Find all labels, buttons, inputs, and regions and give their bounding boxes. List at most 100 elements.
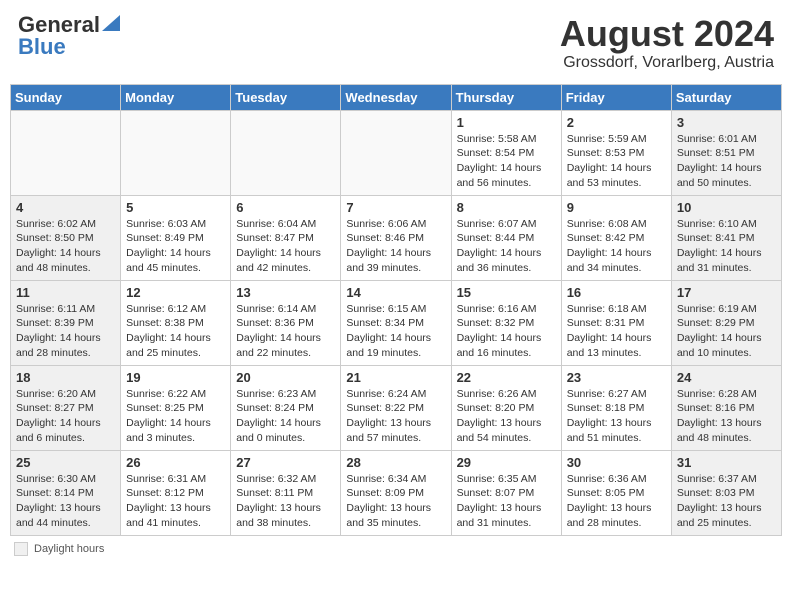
day-info: Sunrise: 6:08 AM Sunset: 8:42 PM Dayligh… — [567, 217, 666, 276]
title-area: August 2024 Grossdorf, Vorarlberg, Austr… — [560, 14, 774, 72]
calendar-cell: 5Sunrise: 6:03 AM Sunset: 8:49 PM Daylig… — [121, 195, 231, 280]
day-number: 14 — [346, 285, 445, 300]
day-number: 9 — [567, 200, 666, 215]
calendar-cell: 22 Sunrise: 6:26 AM Sunset: 8:20 PM Dayli… — [451, 365, 561, 450]
calendar-cell: 29 Sunrise: 6:35 AM Sunset: 8:07 PM Dayli… — [451, 450, 561, 535]
day-info: Sunrise: 6:12 AM Sunset: 8:38 PM Dayligh… — [126, 302, 225, 361]
day-info: Sunrise: 6:14 AM Sunset: 8:36 PM Dayligh… — [236, 302, 335, 361]
calendar-cell — [231, 110, 341, 195]
day-info: Sunrise: 6:34 AM Sunset: 8:09 PM Dayligh… — [346, 472, 445, 531]
calendar-cell: 21 Sunrise: 6:24 AM Sunset: 8:22 PM Dayli… — [341, 365, 451, 450]
day-header-friday: Friday — [561, 84, 671, 110]
footer: Daylight hours — [10, 542, 782, 556]
day-number: 1 — [457, 115, 556, 130]
calendar-cell: 1 Sunrise: 5:58 AM Sunset: 8:54 PM Daylig… — [451, 110, 561, 195]
logo-icon — [102, 15, 120, 31]
calendar-cell: 28Sunrise: 6:34 AM Sunset: 8:09 PM Dayli… — [341, 450, 451, 535]
day-number: 3 — [677, 115, 776, 130]
day-number: 4 — [16, 200, 115, 215]
calendar-cell: 27Sunrise: 6:32 AM Sunset: 8:11 PM Dayli… — [231, 450, 341, 535]
header-row: SundayMondayTuesdayWednesdayThursdayFrid… — [11, 84, 782, 110]
calendar-cell: 16Sunrise: 6:18 AM Sunset: 8:31 PM Dayli… — [561, 280, 671, 365]
calendar-cell: 24 Sunrise: 6:28 AM Sunset: 8:16 PM Dayli… — [671, 365, 781, 450]
week-row-3: 11 Sunrise: 6:11 AM Sunset: 8:39 PM Dayli… — [11, 280, 782, 365]
calendar-cell: 26Sunrise: 6:31 AM Sunset: 8:12 PM Dayli… — [121, 450, 231, 535]
day-info: Sunrise: 6:19 AM Sunset: 8:29 PM Dayligh… — [677, 302, 776, 361]
day-number: 8 — [457, 200, 556, 215]
day-info: Sunrise: 6:18 AM Sunset: 8:31 PM Dayligh… — [567, 302, 666, 361]
week-row-2: 4Sunrise: 6:02 AM Sunset: 8:50 PM Daylig… — [11, 195, 782, 280]
day-info: Sunrise: 5:59 AM Sunset: 8:53 PM Dayligh… — [567, 132, 666, 191]
day-info: Sunrise: 6:28 AM Sunset: 8:16 PM Dayligh… — [677, 387, 776, 446]
day-info: Sunrise: 6:01 AM Sunset: 8:51 PM Dayligh… — [677, 132, 776, 191]
logo-blue-text: Blue — [18, 36, 66, 58]
calendar-cell: 2Sunrise: 5:59 AM Sunset: 8:53 PM Daylig… — [561, 110, 671, 195]
day-info: Sunrise: 6:03 AM Sunset: 8:49 PM Dayligh… — [126, 217, 225, 276]
footer-label: Daylight hours — [34, 543, 104, 555]
day-number: 7 — [346, 200, 445, 215]
day-number: 24 — [677, 370, 776, 385]
calendar-cell: 10 Sunrise: 6:10 AM Sunset: 8:41 PM Dayli… — [671, 195, 781, 280]
day-header-tuesday: Tuesday — [231, 84, 341, 110]
calendar-cell: 19Sunrise: 6:22 AM Sunset: 8:25 PM Dayli… — [121, 365, 231, 450]
day-number: 27 — [236, 455, 335, 470]
day-info: Sunrise: 6:10 AM Sunset: 8:41 PM Dayligh… — [677, 217, 776, 276]
calendar-cell: 15 Sunrise: 6:16 AM Sunset: 8:32 PM Dayli… — [451, 280, 561, 365]
calendar-cell: 9 Sunrise: 6:08 AM Sunset: 8:42 PM Daylig… — [561, 195, 671, 280]
day-info: Sunrise: 6:35 AM Sunset: 8:07 PM Dayligh… — [457, 472, 556, 531]
day-number: 21 — [346, 370, 445, 385]
day-number: 11 — [16, 285, 115, 300]
day-info: Sunrise: 6:26 AM Sunset: 8:20 PM Dayligh… — [457, 387, 556, 446]
day-number: 15 — [457, 285, 556, 300]
day-header-sunday: Sunday — [11, 84, 121, 110]
calendar-cell: 23 Sunrise: 6:27 AM Sunset: 8:18 PM Dayli… — [561, 365, 671, 450]
calendar-cell: 20Sunrise: 6:23 AM Sunset: 8:24 PM Dayli… — [231, 365, 341, 450]
calendar-cell: 11 Sunrise: 6:11 AM Sunset: 8:39 PM Dayli… — [11, 280, 121, 365]
calendar-cell: 8 Sunrise: 6:07 AM Sunset: 8:44 PM Daylig… — [451, 195, 561, 280]
day-number: 10 — [677, 200, 776, 215]
week-row-1: 1 Sunrise: 5:58 AM Sunset: 8:54 PM Daylig… — [11, 110, 782, 195]
location-title: Grossdorf, Vorarlberg, Austria — [560, 54, 774, 72]
day-info: Sunrise: 6:06 AM Sunset: 8:46 PM Dayligh… — [346, 217, 445, 276]
calendar-cell: 17Sunrise: 6:19 AM Sunset: 8:29 PM Dayli… — [671, 280, 781, 365]
calendar-cell: 18 Sunrise: 6:20 AM Sunset: 8:27 PM Dayli… — [11, 365, 121, 450]
day-number: 20 — [236, 370, 335, 385]
day-header-wednesday: Wednesday — [341, 84, 451, 110]
day-number: 22 — [457, 370, 556, 385]
day-number: 12 — [126, 285, 225, 300]
day-number: 26 — [126, 455, 225, 470]
calendar-cell: 13Sunrise: 6:14 AM Sunset: 8:36 PM Dayli… — [231, 280, 341, 365]
week-row-4: 18 Sunrise: 6:20 AM Sunset: 8:27 PM Dayli… — [11, 365, 782, 450]
day-info: Sunrise: 6:16 AM Sunset: 8:32 PM Dayligh… — [457, 302, 556, 361]
day-info: Sunrise: 6:07 AM Sunset: 8:44 PM Dayligh… — [457, 217, 556, 276]
day-number: 19 — [126, 370, 225, 385]
week-row-5: 25Sunrise: 6:30 AM Sunset: 8:14 PM Dayli… — [11, 450, 782, 535]
calendar-cell: 7 Sunrise: 6:06 AM Sunset: 8:46 PM Daylig… — [341, 195, 451, 280]
calendar-table: SundayMondayTuesdayWednesdayThursdayFrid… — [10, 84, 782, 536]
calendar-cell: 12 Sunrise: 6:12 AM Sunset: 8:38 PM Dayli… — [121, 280, 231, 365]
calendar-cell: 30Sunrise: 6:36 AM Sunset: 8:05 PM Dayli… — [561, 450, 671, 535]
day-info: Sunrise: 6:27 AM Sunset: 8:18 PM Dayligh… — [567, 387, 666, 446]
day-info: Sunrise: 5:58 AM Sunset: 8:54 PM Dayligh… — [457, 132, 556, 191]
day-number: 23 — [567, 370, 666, 385]
day-number: 29 — [457, 455, 556, 470]
day-header-monday: Monday — [121, 84, 231, 110]
day-info: Sunrise: 6:30 AM Sunset: 8:14 PM Dayligh… — [16, 472, 115, 531]
calendar-cell: 6 Sunrise: 6:04 AM Sunset: 8:47 PM Daylig… — [231, 195, 341, 280]
logo-general-text: General — [18, 14, 100, 36]
calendar-cell: 3 Sunrise: 6:01 AM Sunset: 8:51 PM Daylig… — [671, 110, 781, 195]
day-info: Sunrise: 6:20 AM Sunset: 8:27 PM Dayligh… — [16, 387, 115, 446]
calendar-cell — [341, 110, 451, 195]
day-info: Sunrise: 6:04 AM Sunset: 8:47 PM Dayligh… — [236, 217, 335, 276]
day-info: Sunrise: 6:24 AM Sunset: 8:22 PM Dayligh… — [346, 387, 445, 446]
month-title: August 2024 — [560, 14, 774, 54]
day-info: Sunrise: 6:11 AM Sunset: 8:39 PM Dayligh… — [16, 302, 115, 361]
day-info: Sunrise: 6:37 AM Sunset: 8:03 PM Dayligh… — [677, 472, 776, 531]
day-number: 31 — [677, 455, 776, 470]
day-number: 6 — [236, 200, 335, 215]
day-header-thursday: Thursday — [451, 84, 561, 110]
day-number: 18 — [16, 370, 115, 385]
calendar-cell — [121, 110, 231, 195]
day-header-saturday: Saturday — [671, 84, 781, 110]
footer-shaded-box — [14, 542, 28, 556]
